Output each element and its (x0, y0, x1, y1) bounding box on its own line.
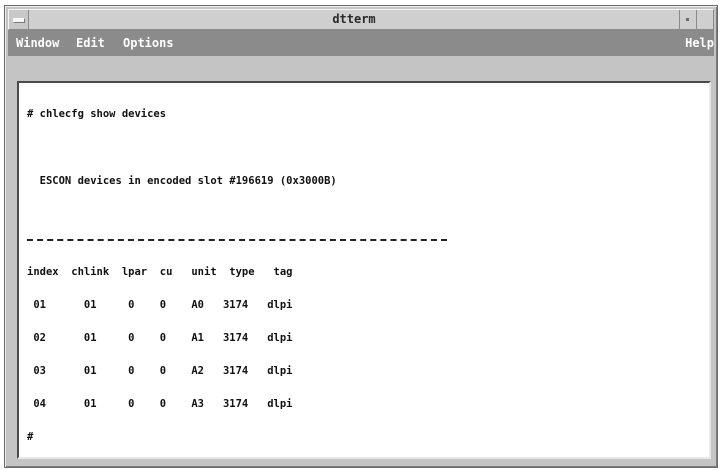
table-header: index chlink lpar cu unit type tag (27, 266, 293, 278)
window-menu-icon (13, 18, 25, 23)
menu-help[interactable]: Help (685, 30, 714, 56)
title-buttons (679, 10, 713, 29)
window-menu-button[interactable] (9, 10, 29, 29)
minimize-button[interactable] (679, 10, 696, 29)
minimize-icon (686, 18, 689, 21)
prompt-symbol: # (27, 431, 34, 443)
slot-heading: ESCON devices in encoded slot #196619 (0… (27, 175, 337, 187)
command-line: # chlecfg show devices (27, 108, 167, 120)
menu-window[interactable]: Window (16, 30, 59, 56)
menu-bar: Window Edit Options Help (8, 30, 714, 56)
table-row: 01 01 0 0 A0 3174 dlpi (27, 299, 293, 311)
menu-edit[interactable]: Edit (76, 30, 105, 56)
maximize-button[interactable] (696, 10, 713, 29)
terminal-window: dtterm Window Edit Options Help # chlecf… (4, 5, 718, 468)
terminal-text: # chlecfg show devices ESCON devices in … (27, 87, 701, 453)
separator-line (27, 239, 447, 245)
table-row: 02 01 0 0 A1 3174 dlpi (27, 332, 293, 344)
terminal-area[interactable]: # chlecfg show devices ESCON devices in … (17, 81, 711, 459)
table-row: 03 01 0 0 A2 3174 dlpi (27, 365, 293, 377)
shell-prompt: # (27, 432, 701, 443)
menu-options[interactable]: Options (123, 30, 174, 56)
table-row: 04 01 0 0 A3 3174 dlpi (27, 398, 293, 410)
window-title: dtterm (332, 12, 376, 26)
title-bar[interactable]: dtterm (8, 9, 714, 30)
